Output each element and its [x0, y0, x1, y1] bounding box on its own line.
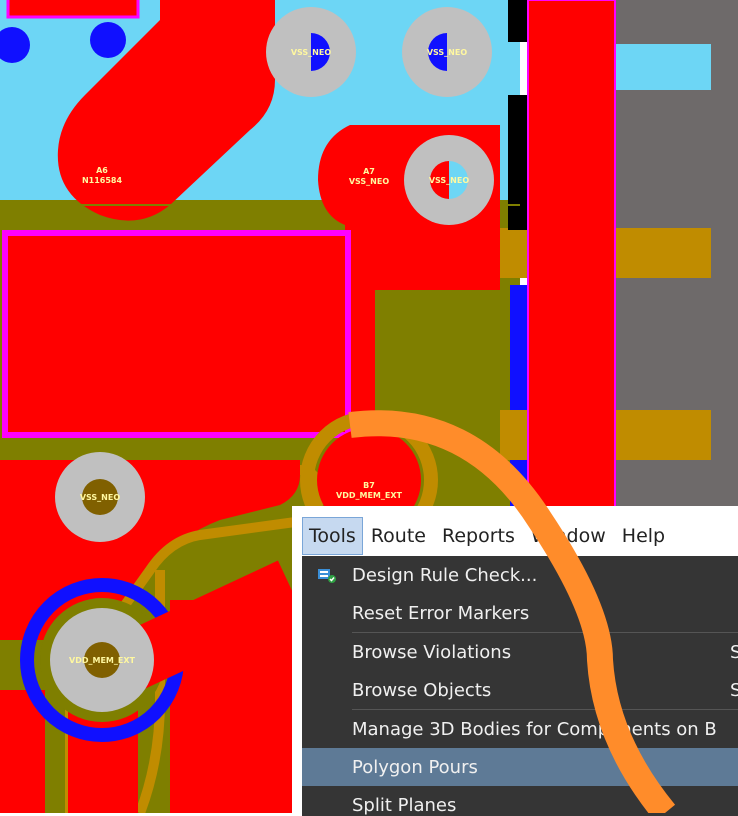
pad-b7-net: VDD_MEM_EXT — [336, 491, 402, 500]
via-vss-neo-2-label: VSS_NEO — [427, 48, 468, 57]
pad-a6-net: N116584 — [82, 176, 123, 185]
menu-item-label: Design Rule Check... — [352, 564, 538, 586]
menu-item-split-planes[interactable]: Split Planes — [302, 786, 738, 816]
menu-route[interactable]: Route — [363, 517, 434, 555]
menu-tools-label: Tools — [309, 525, 356, 547]
via-vss-neo-3-label: VSS_NEO — [429, 176, 470, 185]
pad-stub-top-left — [6, 0, 140, 19]
menu-item-shortcut: S — [730, 679, 738, 701]
design-rule-check-icon-slot — [302, 567, 352, 583]
menu-item-reset-error-markers[interactable]: Reset Error Markers — [302, 594, 738, 632]
menu-item-label: Reset Error Markers — [352, 602, 530, 624]
pad-b7-name: B7 — [363, 481, 375, 490]
menu-item-label: Browse Objects — [352, 679, 492, 701]
tools-menu-inner: Tools Route Reports Window Help Design R… — [302, 516, 738, 816]
menu-item-design-rule-check[interactable]: Design Rule Check... — [302, 556, 738, 594]
blue-via-shadow-2 — [90, 22, 126, 58]
design-rule-check-icon — [318, 569, 336, 583]
menu-item-label: Split Planes — [352, 794, 457, 816]
menu-tools[interactable]: Tools — [302, 517, 363, 555]
menu-route-label: Route — [370, 525, 426, 547]
menu-item-label: Manage 3D Bodies for Components on B — [352, 718, 717, 740]
plane-strip-right — [615, 44, 711, 90]
menu-item-manage-3d-bodies[interactable]: Manage 3D Bodies for Components on B — [302, 710, 738, 748]
black-strip-2 — [508, 95, 528, 230]
pad-a7-name: A7 — [363, 167, 375, 176]
menu-window[interactable]: Window — [523, 517, 614, 555]
via-vdd-mem-ext-label: VDD_MEM_EXT — [69, 656, 135, 665]
menu-reports[interactable]: Reports — [434, 517, 523, 555]
via-vss-neo-1-label: VSS_NEO — [291, 48, 332, 57]
pad-a6-name: A6 — [96, 166, 108, 175]
menu-item-browse-objects[interactable]: Browse Objects S — [302, 671, 738, 709]
via-vss-neo-4-label: VSS_NEO — [80, 493, 121, 502]
menu-help[interactable]: Help — [614, 517, 673, 555]
menu-item-polygon-pours[interactable]: Polygon Pours — [302, 748, 738, 786]
menu-window-label: Window — [530, 525, 606, 547]
tools-menu-list: Design Rule Check... Reset Error Markers… — [302, 556, 738, 816]
menu-reports-label: Reports — [441, 525, 515, 547]
black-strip-1 — [508, 0, 528, 42]
pad-a7-net: VSS_NEO — [349, 177, 390, 186]
menubar: Tools Route Reports Window Help — [302, 516, 738, 556]
menu-item-browse-violations[interactable]: Browse Violations S — [302, 633, 738, 671]
vertical-bus-trace — [527, 0, 616, 521]
menu-item-label: Browse Violations — [352, 641, 512, 663]
menu-item-shortcut: S — [730, 641, 738, 663]
menu-item-label: Polygon Pours — [352, 756, 478, 778]
component-body-rect — [2, 230, 351, 438]
tools-menu-panel: Tools Route Reports Window Help Design R… — [292, 506, 738, 816]
menu-help-label: Help — [621, 525, 666, 547]
